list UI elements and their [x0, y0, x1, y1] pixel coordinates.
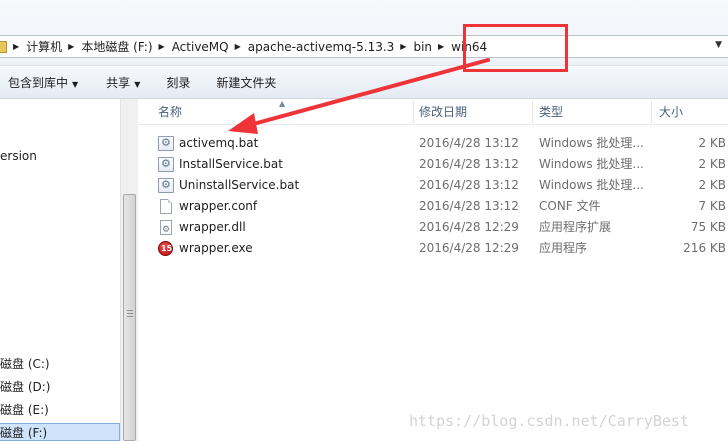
file-row[interactable]: wrapper.dll 2016/4/28 12:29 应用程序扩展 75 KB — [138, 217, 728, 241]
nav-item-drive-e[interactable]: 磁盘 (E:) — [0, 401, 49, 419]
column-header-date[interactable]: 修改日期 — [419, 99, 467, 125]
file-name: activemq.bat — [179, 136, 259, 150]
column-header-name[interactable]: 名称 — [158, 99, 182, 125]
burn-button[interactable]: 刻录 — [158, 71, 198, 95]
column-header-type[interactable]: 类型 — [539, 99, 563, 125]
file-row[interactable]: activemq.bat 2016/4/28 13:12 Windows 批处理… — [138, 132, 728, 154]
nav-item-drive-d[interactable]: 磁盘 (D:) — [0, 378, 50, 396]
watermark: https://blog.csdn.net/CarryBest — [409, 412, 689, 430]
new-folder-button[interactable]: 新建文件夹 — [208, 71, 284, 95]
file-size: 2 KB — [698, 136, 726, 150]
breadcrumb-separator-icon[interactable]: ▶ — [159, 42, 165, 51]
breadcrumb-separator-icon[interactable]: ▶ — [400, 42, 406, 51]
column-divider[interactable] — [532, 101, 533, 123]
breadcrumb-separator-icon[interactable]: ▶ — [438, 42, 444, 51]
file-list: activemq.bat 2016/4/28 13:12 Windows 批处理… — [138, 125, 728, 441]
file-date: 2016/4/28 13:12 — [419, 136, 519, 150]
file-name: UninstallService.bat — [179, 178, 300, 192]
navigation-pane: ersion 磁盘 (C:) 磁盘 (D:) 磁盘 (E:) 磁盘 (F:) — [0, 99, 138, 441]
column-divider[interactable] — [413, 101, 414, 123]
file-date: 2016/4/28 13:12 — [419, 199, 519, 213]
chevron-down-icon: ▼ — [134, 79, 141, 89]
file-size: 216 KB — [683, 241, 726, 255]
nav-item-version[interactable]: ersion — [0, 147, 37, 165]
nav-item-drive-c[interactable]: 磁盘 (C:) — [0, 355, 50, 373]
file-row[interactable]: UninstallService.bat 2016/4/28 13:12 Win… — [138, 174, 728, 196]
sort-ascending-icon: ▲ — [279, 99, 286, 108]
file-name: InstallService.bat — [179, 157, 283, 171]
file-date: 2016/4/28 13:12 — [419, 178, 519, 192]
batch-file-icon — [158, 153, 174, 174]
grip-line — [127, 313, 133, 314]
chevron-down-icon: ▼ — [72, 79, 79, 89]
file-type: CONF 文件 — [539, 199, 601, 213]
batch-file-icon — [158, 174, 174, 195]
folder-icon — [0, 40, 7, 53]
command-toolbar: 包含到库中 ▼ 共享 ▼ 刻录 新建文件夹 — [0, 67, 728, 99]
file-size: 2 KB — [698, 157, 726, 171]
dll-file-icon — [160, 220, 172, 241]
batch-file-icon — [158, 132, 174, 153]
column-headers: ▲ 名称 修改日期 类型 大小 — [138, 99, 728, 125]
file-size: 7 KB — [698, 199, 726, 213]
nav-item-drive-f[interactable]: 磁盘 (F:) — [0, 423, 120, 441]
breadcrumb-activemq[interactable]: ActiveMQ — [172, 40, 229, 54]
include-in-library-label: 包含到库中 — [8, 75, 69, 90]
file-date: 2016/4/28 12:29 — [419, 241, 519, 255]
breadcrumb-apache-activemq[interactable]: apache-activemq-5.13.3 — [248, 40, 395, 54]
exe-file-icon — [158, 238, 173, 259]
file-type: Windows 批处理... — [539, 136, 644, 150]
new-folder-label: 新建文件夹 — [216, 75, 277, 90]
file-type: 应用程序扩展 — [539, 220, 612, 234]
column-header-size[interactable]: 大小 — [659, 99, 683, 125]
file-date: 2016/4/28 12:29 — [419, 220, 519, 234]
file-date: 2016/4/28 13:12 — [419, 157, 519, 171]
breadcrumb-drive-f[interactable]: 本地磁盘 (F:) — [81, 38, 152, 55]
nav-scrollbar-thumb[interactable] — [123, 194, 136, 441]
share-label: 共享 — [106, 75, 131, 90]
address-dropdown-icon[interactable]: ▼ — [715, 40, 722, 50]
file-name: wrapper.exe — [179, 241, 253, 255]
address-bar-strip: ▶ 计算机 ▶ 本地磁盘 (F:) ▶ ActiveMQ ▶ apache-ac… — [0, 0, 728, 66]
include-in-library-button[interactable]: 包含到库中 ▼ — [0, 71, 86, 95]
file-name: wrapper.dll — [179, 220, 246, 234]
file-type: Windows 批处理... — [539, 178, 644, 192]
breadcrumb-computer[interactable]: 计算机 — [26, 38, 62, 55]
share-button[interactable]: 共享 ▼ — [98, 71, 148, 95]
file-size: 75 KB — [690, 220, 726, 234]
annotation-highlight-box — [463, 24, 568, 72]
conf-file-icon — [160, 199, 172, 214]
file-name: wrapper.conf — [179, 199, 258, 213]
file-row[interactable]: wrapper.conf 2016/4/28 13:12 CONF 文件 7 K… — [138, 196, 728, 217]
column-divider[interactable] — [651, 101, 652, 123]
address-bar[interactable]: ▶ 计算机 ▶ 本地磁盘 (F:) ▶ ActiveMQ ▶ apache-ac… — [0, 35, 728, 58]
breadcrumb-separator-icon[interactable]: ▶ — [68, 42, 74, 51]
file-type: Windows 批处理... — [539, 157, 644, 171]
file-size: 2 KB — [698, 178, 726, 192]
file-type: 应用程序 — [539, 241, 588, 255]
grip-line — [127, 316, 133, 317]
grip-line — [127, 310, 133, 311]
breadcrumb-separator-icon[interactable]: ▶ — [235, 42, 241, 51]
breadcrumb-bin[interactable]: bin — [413, 40, 432, 54]
breadcrumb-separator-icon[interactable]: ▶ — [13, 42, 19, 51]
file-row[interactable]: wrapper.exe 2016/4/28 12:29 应用程序 216 KB — [138, 238, 728, 259]
nav-scrollbar[interactable] — [120, 99, 138, 441]
file-row[interactable]: InstallService.bat 2016/4/28 13:12 Windo… — [138, 153, 728, 175]
burn-label: 刻录 — [166, 75, 191, 90]
